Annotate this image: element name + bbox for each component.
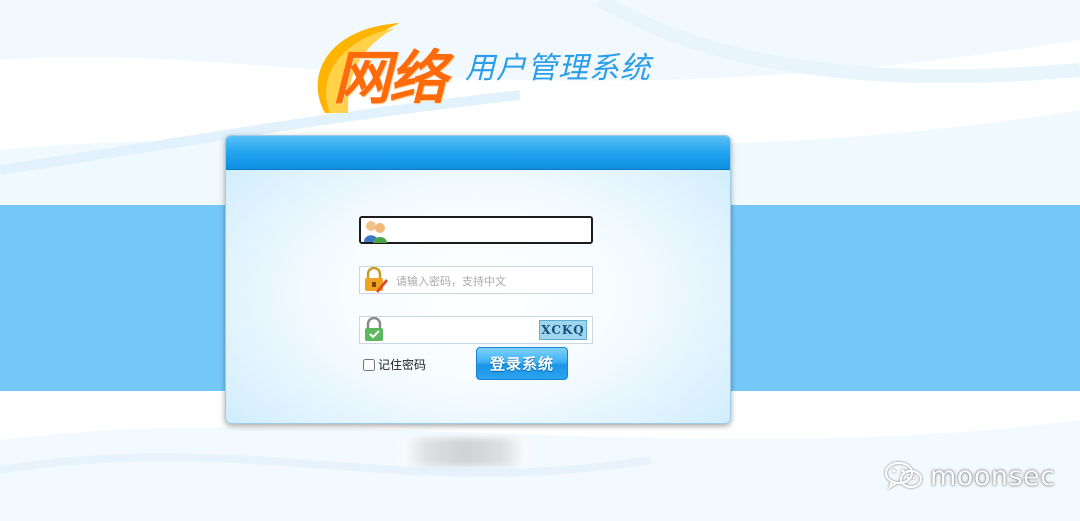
watermark: moonsec	[884, 458, 1055, 494]
lock-pencil-icon	[365, 267, 388, 293]
remember-password[interactable]: 记住密码	[363, 356, 426, 373]
captcha-field[interactable]: XCKQ	[359, 316, 593, 344]
login-button[interactable]: 登录系统	[476, 347, 568, 380]
username-field[interactable]	[359, 216, 593, 244]
logo-title-small: 用户管理系统	[465, 51, 651, 86]
logo: 网络 用户管理系统	[305, 18, 685, 118]
user-icon	[364, 221, 387, 243]
remember-label: 记住密码	[378, 358, 427, 372]
captcha-image[interactable]: XCKQ	[539, 320, 587, 340]
remember-checkbox[interactable]	[363, 358, 375, 371]
login-panel-header	[226, 136, 730, 170]
lock-check-icon	[365, 317, 383, 341]
password-input[interactable]	[394, 270, 548, 292]
captcha-input[interactable]	[394, 320, 548, 342]
username-input[interactable]	[395, 221, 549, 243]
password-field[interactable]	[359, 266, 593, 294]
watermark-text: moonsec	[930, 460, 1056, 492]
login-panel: XCKQ 记住密码 登录系统	[225, 135, 731, 424]
logo-title-big: 网络	[333, 44, 447, 112]
wechat-icon	[884, 461, 923, 490]
blurred-footer-text	[402, 438, 528, 466]
